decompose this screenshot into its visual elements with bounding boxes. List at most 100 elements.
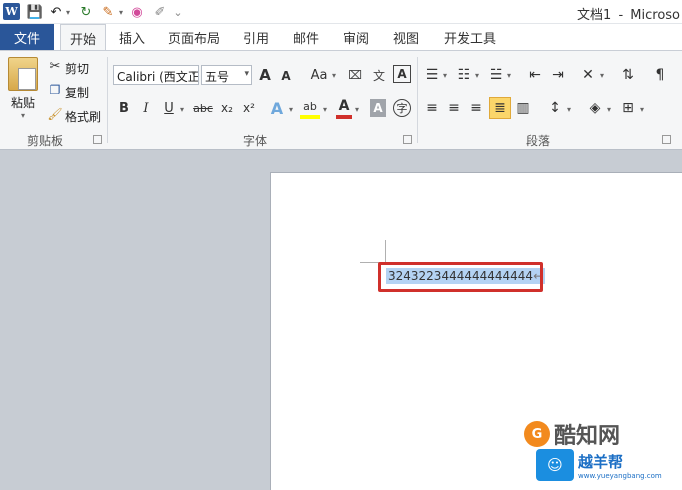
format-painter-icon[interactable]: 🖌	[47, 107, 62, 121]
align-center-icon[interactable]: ≡	[446, 99, 462, 117]
font-size-value: 五号	[205, 70, 230, 84]
underline-dropdown-icon[interactable]: ▾	[178, 105, 186, 114]
clipboard-group-label: 剪贴板	[27, 134, 64, 148]
watermark-text: 酷知网	[554, 424, 621, 449]
chevron-down-icon[interactable]: ▾	[191, 69, 196, 79]
show-marks-icon[interactable]: ¶	[652, 65, 668, 85]
shrink-font-button[interactable]: A	[279, 67, 293, 85]
bullets-icon[interactable]: ☰	[424, 65, 440, 85]
font-name-combo[interactable]: Calibri (西文正文) ▾	[113, 65, 199, 85]
font-size-combo[interactable]: 五号 ▾	[201, 65, 252, 85]
undo-dropdown-icon[interactable]: ▾	[64, 3, 72, 21]
borders-dropdown-icon[interactable]: ▾	[638, 105, 646, 114]
clear-format-icon[interactable]: ⌧	[346, 65, 364, 85]
font-name-value: Calibri (西文正文)	[117, 70, 199, 84]
chevron-down-icon[interactable]: ▾	[244, 69, 249, 79]
distributed-icon[interactable]: ▥	[515, 99, 531, 117]
site-logo-icon: G	[524, 421, 550, 447]
tab-developer[interactable]: 开发工具	[440, 24, 500, 50]
window-title: 文档1 - Microso	[574, 4, 680, 23]
redo-icon[interactable]: ↻	[78, 3, 94, 21]
italic-button[interactable]: I	[139, 99, 153, 117]
title-bar: W 💾 ↶ ▾ ↻ ✎ ▾ ◉ ✐ ⌄ 文档1 - Microso	[0, 0, 682, 24]
watermark-url: www.yueyangbang.com	[578, 471, 662, 480]
font-color-dropdown-icon[interactable]: ▾	[353, 105, 361, 114]
char-shading-icon[interactable]: A	[370, 99, 386, 117]
borders-icon[interactable]: ⊞	[619, 99, 637, 117]
copy-button[interactable]: 复制	[65, 84, 89, 101]
char-border-icon[interactable]: A	[393, 65, 411, 83]
paragraph-launcher-icon[interactable]	[662, 135, 671, 144]
tab-mailings[interactable]: 邮件	[288, 24, 324, 50]
copy-icon[interactable]: ❐	[48, 83, 62, 97]
clipboard-launcher-icon[interactable]	[93, 135, 102, 144]
superscript-button[interactable]: x²	[241, 99, 257, 117]
format-dropdown-icon[interactable]: ▾	[117, 3, 125, 21]
numbering-icon[interactable]: ☷	[456, 65, 472, 85]
change-case-button[interactable]: Aa	[309, 65, 329, 85]
paste-icon[interactable]	[8, 57, 38, 91]
tab-file[interactable]: 文件	[0, 24, 54, 50]
justify-icon[interactable]: ≣	[489, 97, 511, 119]
highlight-dropdown-icon[interactable]: ▾	[321, 105, 329, 114]
tab-view[interactable]: 视图	[388, 24, 424, 50]
shading-icon[interactable]: ◈	[586, 99, 604, 117]
align-right-icon[interactable]: ≡	[468, 99, 484, 117]
scissors-icon[interactable]: ✂	[48, 59, 62, 74]
phonetic-guide-icon[interactable]: 文	[369, 65, 389, 85]
font-color-bar	[336, 115, 352, 119]
watermark-text: 越羊帮	[578, 452, 624, 471]
format-icon[interactable]: ✎	[99, 3, 117, 21]
customize-toolbar-icon[interactable]: ⌄	[172, 3, 184, 21]
subscript-button[interactable]: x₂	[219, 99, 235, 117]
multilevel-list-icon[interactable]: ☱	[488, 65, 504, 85]
line-spacing-dropdown-icon[interactable]: ▾	[565, 105, 573, 114]
tab-insert[interactable]: 插入	[112, 24, 152, 50]
sort-icon[interactable]: ⇅	[619, 65, 637, 85]
paste-dropdown-icon[interactable]: ▾	[19, 111, 27, 120]
text-effects-dropdown-icon[interactable]: ▾	[287, 105, 295, 114]
group-divider	[417, 57, 418, 143]
grow-font-button[interactable]: A	[257, 65, 273, 85]
line-spacing-icon[interactable]: ↕	[546, 99, 564, 117]
bullets-dropdown-icon[interactable]: ▾	[441, 71, 449, 80]
change-case-dropdown-icon[interactable]: ▾	[330, 71, 338, 80]
numbering-dropdown-icon[interactable]: ▾	[473, 71, 481, 80]
highlight-color-bar	[300, 115, 320, 119]
group-divider	[107, 57, 108, 143]
document-page[interactable]	[270, 172, 682, 490]
font-color-icon[interactable]: A	[336, 97, 352, 115]
app-name: Microso	[630, 8, 680, 23]
save-icon[interactable]: 💾	[27, 3, 43, 21]
word-app-icon[interactable]: W	[3, 3, 20, 20]
font-group-label: 字体	[243, 134, 268, 148]
asian-layout-dropdown-icon[interactable]: ▾	[598, 71, 606, 80]
undo-icon[interactable]: ↶	[48, 3, 64, 21]
format-painter-button[interactable]: 格式刷	[65, 108, 101, 125]
pen-icon[interactable]: ✐	[151, 3, 169, 21]
site-logo-icon: ☺	[536, 449, 574, 481]
increase-indent-icon[interactable]: ⇥	[550, 65, 566, 85]
text-effects-icon[interactable]: A	[268, 98, 286, 118]
asian-layout-icon[interactable]: ✕	[579, 65, 597, 85]
shading-dropdown-icon[interactable]: ▾	[605, 105, 613, 114]
watermark-yueyangbang: ☺ 越羊帮 www.yueyangbang.com	[536, 449, 662, 481]
strikethrough-button[interactable]: abc	[192, 99, 214, 117]
ribbon-tabs: 文件 开始 插入 页面布局 引用 邮件 审阅 视图 开发工具	[0, 24, 682, 51]
tab-references[interactable]: 引用	[238, 24, 274, 50]
margin-corner-mark	[385, 240, 386, 262]
align-left-icon[interactable]: ≡	[424, 99, 440, 117]
highlight-icon[interactable]: ab	[300, 97, 320, 115]
tab-page-layout[interactable]: 页面布局	[164, 24, 224, 50]
cut-button[interactable]: 剪切	[65, 60, 89, 77]
tab-review[interactable]: 审阅	[338, 24, 374, 50]
paste-button[interactable]: 粘贴	[11, 94, 35, 111]
tab-home[interactable]: 开始	[60, 24, 106, 51]
bold-button[interactable]: B	[117, 99, 131, 117]
multilevel-dropdown-icon[interactable]: ▾	[505, 71, 513, 80]
color-wheel-icon[interactable]: ◉	[128, 3, 146, 21]
enclose-char-icon[interactable]: 字	[393, 99, 411, 117]
underline-button[interactable]: U	[162, 99, 176, 117]
font-launcher-icon[interactable]	[403, 135, 412, 144]
decrease-indent-icon[interactable]: ⇤	[527, 65, 543, 85]
